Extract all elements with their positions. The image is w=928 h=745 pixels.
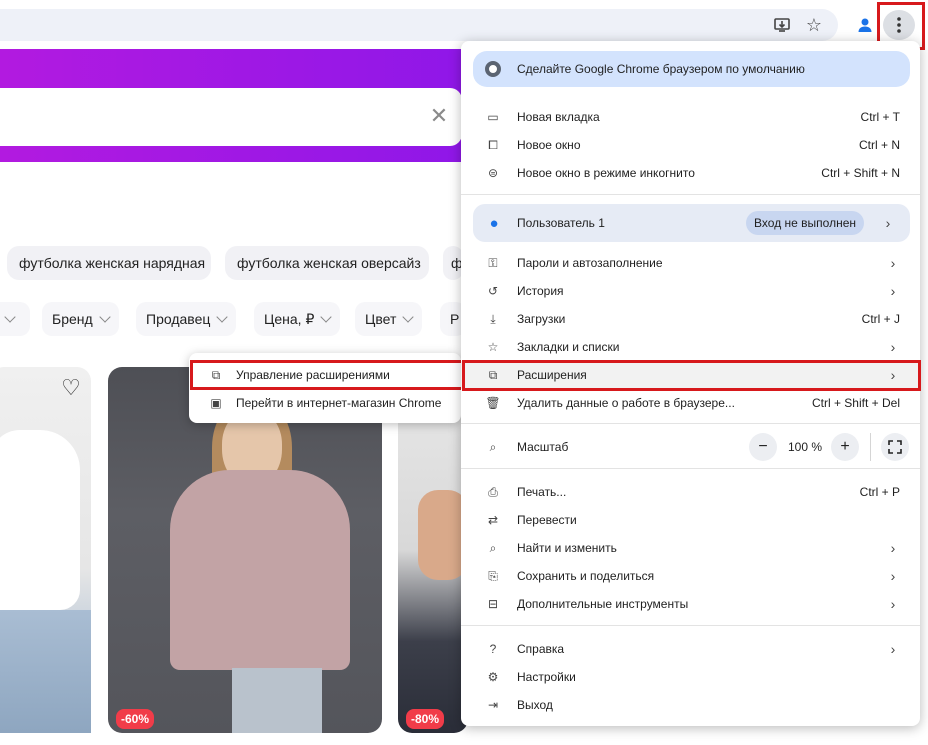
chevron-right-icon: › <box>890 641 896 657</box>
menu-separator <box>461 468 920 469</box>
discount-badge: -60% <box>116 709 155 729</box>
site-search-input[interactable] <box>0 88 462 146</box>
menu-separator <box>461 625 920 626</box>
suggestion-chip[interactable]: футболка женская оверсайз <box>225 246 429 280</box>
menu-separator <box>461 423 920 424</box>
menu-item-bookmarks[interactable]: ☆ Закладки и списки › <box>461 333 920 361</box>
zoom-divider <box>870 433 871 461</box>
filter-brand[interactable]: Бренд <box>42 302 119 336</box>
menu-item-help[interactable]: ? Справка › <box>461 635 920 663</box>
zoom-level: 100 % <box>787 440 823 454</box>
filter-color[interactable]: Цвет <box>355 302 423 336</box>
menu-item-profile[interactable]: ● Пользователь 1 Вход не выполнен › <box>473 204 910 242</box>
chevron-down-icon <box>4 311 16 323</box>
new-window-icon: ⧠ <box>488 137 498 152</box>
set-default-browser-banner[interactable]: Сделайте Google Chrome браузером по умол… <box>473 51 910 87</box>
profile-icon[interactable] <box>851 11 879 39</box>
manage-extensions-highlight <box>190 360 464 390</box>
menu-item-exit[interactable]: ⇥ Выход <box>461 691 920 719</box>
chevron-right-icon: › <box>890 255 896 271</box>
chevron-right-icon: › <box>885 215 891 231</box>
new-tab-icon: ▭ <box>487 110 499 124</box>
fullscreen-icon <box>888 440 902 454</box>
menu-item-translate[interactable]: ⇄ Перевести <box>461 506 920 534</box>
toolbox-icon: ⊟ <box>487 597 499 611</box>
zoom-in-button[interactable]: + <box>831 433 859 461</box>
install-icon[interactable] <box>768 11 796 39</box>
history-icon: ↺ <box>487 284 499 298</box>
chrome-web-store-item[interactable]: ▣ Перейти в интернет-магазин Chrome <box>189 389 461 417</box>
product-image <box>0 610 91 733</box>
chevron-down-icon <box>402 311 415 323</box>
zoom-out-button[interactable]: − <box>749 433 777 461</box>
chevron-down-icon <box>216 311 229 323</box>
menu-item-more-tools[interactable]: ⊟ Дополнительные инструменты › <box>461 590 920 618</box>
suggestion-chip[interactable]: футболка женская нарядная <box>7 246 211 280</box>
address-bar[interactable] <box>0 9 838 41</box>
search-clear-icon[interactable]: ✕ <box>426 103 452 129</box>
menu-item-clear-data[interactable]: 🗑 Удалить данные о работе в браузере... … <box>461 389 920 417</box>
extensions-highlight <box>462 360 921 391</box>
product-image <box>0 430 80 610</box>
bookmark-star-icon[interactable]: ☆ <box>800 11 828 39</box>
find-icon: ⌕ <box>489 540 497 555</box>
translate-icon: ⇄ <box>487 513 499 527</box>
heart-icon[interactable]: ♡ <box>58 376 84 400</box>
exit-icon: ⇥ <box>487 698 499 712</box>
chevron-right-icon: › <box>890 540 896 556</box>
menu-item-find[interactable]: ⌕ Найти и изменить › <box>461 534 920 562</box>
filter-dropdown[interactable] <box>0 302 30 336</box>
menu-item-incognito[interactable]: ⊜ Новое окно в режиме инкогнито Ctrl + S… <box>461 159 920 187</box>
person-icon: ● <box>489 214 499 232</box>
discount-badge: -80% <box>406 709 445 729</box>
product-image <box>170 470 350 670</box>
print-icon: ⎙ <box>488 484 498 499</box>
download-icon: ⤓ <box>490 311 496 326</box>
chevron-right-icon: › <box>890 568 896 584</box>
fullscreen-button[interactable] <box>881 433 909 461</box>
chevron-down-icon <box>320 311 333 323</box>
menu-item-new-tab[interactable]: ▭ Новая вкладка Ctrl + T <box>461 103 920 131</box>
filter-seller[interactable]: Продавец <box>136 302 237 336</box>
suggestion-chip[interactable]: ф <box>443 246 463 280</box>
chevron-down-icon <box>99 311 111 323</box>
zoom-icon: ⌕ <box>489 439 497 454</box>
save-share-icon: ⎘ <box>488 568 498 583</box>
trash-icon: 🗑 <box>485 396 501 410</box>
menu-item-save-share[interactable]: ⎘ Сохранить и поделиться › <box>461 562 920 590</box>
incognito-icon: ⊜ <box>487 166 499 180</box>
sign-in-status-badge: Вход не выполнен <box>746 211 864 235</box>
chrome-logo-icon <box>485 61 501 77</box>
key-icon: ⚿ <box>488 255 498 270</box>
gear-icon: ⚙ <box>487 670 499 684</box>
menu-item-downloads[interactable]: ⤓ Загрузки Ctrl + J <box>461 305 920 333</box>
menu-item-zoom: ⌕ Масштаб <box>461 433 741 461</box>
browser-window: ☆ ✕ футболка женская нарядная футболка ж… <box>0 0 928 745</box>
filter-price[interactable]: Цена, ₽ <box>254 302 341 336</box>
star-icon: ☆ <box>487 340 499 354</box>
product-image <box>232 668 322 733</box>
menu-item-settings[interactable]: ⚙ Настройки <box>461 663 920 691</box>
help-icon: ? <box>489 642 497 656</box>
menu-item-new-window[interactable]: ⧠ Новое окно Ctrl + N <box>461 131 920 159</box>
browser-toolbar: ☆ <box>0 0 928 50</box>
chevron-right-icon: › <box>890 283 896 299</box>
chevron-right-icon: › <box>890 596 896 612</box>
menu-item-passwords[interactable]: ⚿ Пароли и автозаполнение › <box>461 249 920 277</box>
menu-item-history[interactable]: ↺ История › <box>461 277 920 305</box>
menu-separator <box>461 194 920 195</box>
web-store-icon: ▣ <box>210 396 222 410</box>
menu-item-print[interactable]: ⎙ Печать... Ctrl + P <box>461 478 920 506</box>
chevron-right-icon: › <box>890 339 896 355</box>
